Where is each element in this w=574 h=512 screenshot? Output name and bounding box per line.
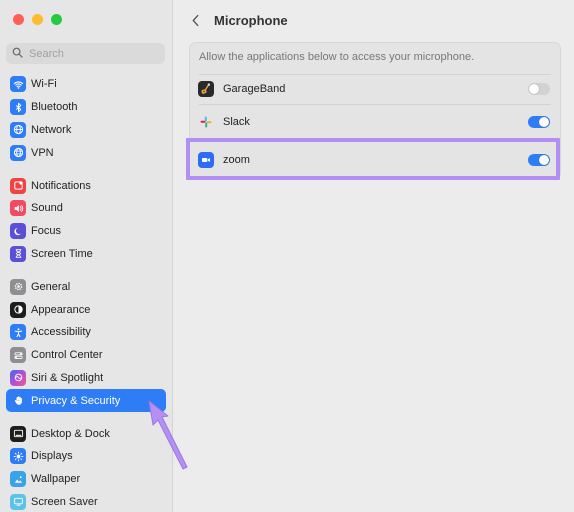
- sidebar-item-label: Notifications: [31, 179, 91, 192]
- divider: [199, 104, 551, 105]
- zoom-window-button[interactable]: [51, 14, 62, 25]
- sidebar-item-label: Focus: [31, 225, 61, 238]
- sidebar-item-label: Screen Saver: [31, 495, 98, 508]
- app-permissions-list: Allow the applications below to access y…: [189, 42, 561, 180]
- sidebar-item-bluetooth[interactable]: Bluetooth: [6, 96, 166, 119]
- slack-icon: [198, 114, 214, 130]
- minimize-window-button[interactable]: [32, 14, 43, 25]
- wallpaper-icon: [10, 471, 26, 488]
- bluetooth-icon: [10, 99, 26, 116]
- sidebar-item-label: Wi-Fi: [31, 78, 57, 91]
- sidebar-item-label: General: [31, 280, 71, 293]
- sidebar-item-label: Wallpaper: [31, 473, 81, 486]
- sidebar-item-appearance[interactable]: Appearance: [6, 298, 166, 321]
- sidebar-item-label: Screen Time: [31, 247, 93, 260]
- divider: [199, 139, 551, 140]
- moon-icon: [10, 223, 26, 240]
- bell-icon: [10, 177, 26, 194]
- permission-description: Allow the applications below to access y…: [199, 51, 475, 63]
- hand-icon: [10, 392, 26, 409]
- list-item-garageband: GarageBand: [198, 74, 550, 104]
- search-field[interactable]: [6, 43, 165, 64]
- wifi-icon: [10, 76, 26, 93]
- vpn-globe-icon: [10, 144, 26, 161]
- slack-microphone-toggle[interactable]: [528, 116, 550, 128]
- page-title: Microphone: [214, 12, 288, 28]
- app-name: Slack: [223, 116, 250, 128]
- screensaver-icon: [10, 493, 26, 510]
- list-item-slack: Slack: [198, 107, 550, 137]
- sidebar-group-connectivity: Wi-Fi Bluetooth Network VPN: [6, 73, 166, 164]
- sun-icon: [10, 448, 26, 465]
- sidebar-item-label: Control Center: [31, 349, 103, 362]
- zoom-microphone-toggle[interactable]: [528, 154, 550, 166]
- main-pane: Microphone Allow the applications below …: [174, 0, 574, 512]
- control-center-icon: [10, 347, 26, 364]
- sidebar-item-control-center[interactable]: Control Center: [6, 344, 166, 367]
- dock-icon: [10, 425, 26, 442]
- sidebar-item-label: Siri & Spotlight: [31, 371, 104, 384]
- sidebar-group-system: General Appearance Accessibility Control…: [6, 275, 166, 413]
- sidebar-item-label: Sound: [31, 202, 63, 215]
- accessibility-icon: [10, 324, 26, 341]
- sidebar-item-sound[interactable]: Sound: [6, 197, 166, 220]
- sidebar-item-screen-time[interactable]: Screen Time: [6, 243, 166, 266]
- gear-icon: [10, 278, 26, 295]
- garageband-microphone-toggle[interactable]: [528, 83, 550, 95]
- sidebar-item-accessibility[interactable]: Accessibility: [6, 321, 166, 344]
- zoom-icon: [198, 152, 214, 168]
- sidebar-item-vpn[interactable]: VPN: [6, 141, 166, 164]
- hourglass-icon: [10, 245, 26, 262]
- sidebar-item-label: Desktop & Dock: [31, 427, 110, 440]
- sidebar-group-notifications: Notifications Sound Focus Screen Time: [6, 174, 166, 265]
- speaker-icon: [10, 200, 26, 217]
- pointer-arrow-icon: [148, 400, 188, 470]
- sidebar-item-notifications[interactable]: Notifications: [6, 174, 166, 197]
- sidebar-item-screen-saver[interactable]: Screen Saver: [6, 491, 166, 512]
- sidebar-item-focus[interactable]: Focus: [6, 220, 166, 243]
- sidebar-item-wifi[interactable]: Wi-Fi: [6, 73, 166, 96]
- toolbar: Microphone: [174, 0, 574, 40]
- sidebar-item-label: Privacy & Security: [31, 394, 121, 407]
- globe-icon: [10, 121, 26, 138]
- sidebar-item-label: Accessibility: [31, 326, 91, 339]
- sidebar-item-label: Network: [31, 123, 72, 136]
- siri-icon: [10, 369, 26, 386]
- sidebar-item-label: Bluetooth: [31, 101, 78, 114]
- search-icon: [12, 47, 23, 61]
- sidebar-item-label: Displays: [31, 450, 73, 463]
- sidebar-item-label: VPN: [31, 146, 54, 159]
- close-window-button[interactable]: [13, 14, 24, 25]
- app-name: zoom: [223, 154, 250, 166]
- app-name: GarageBand: [223, 83, 286, 95]
- search-input[interactable]: [29, 47, 159, 60]
- list-item-zoom: zoom: [198, 145, 550, 175]
- window-controls: [13, 14, 62, 25]
- garageband-icon: [198, 81, 214, 97]
- sidebar-item-label: Appearance: [31, 303, 91, 316]
- sidebar-item-network[interactable]: Network: [6, 119, 166, 142]
- back-button[interactable]: [188, 13, 202, 27]
- chevron-left-icon: [192, 14, 198, 26]
- sidebar-item-general[interactable]: General: [6, 275, 166, 298]
- appearance-icon: [10, 301, 26, 318]
- sidebar-item-siri-spotlight[interactable]: Siri & Spotlight: [6, 367, 166, 390]
